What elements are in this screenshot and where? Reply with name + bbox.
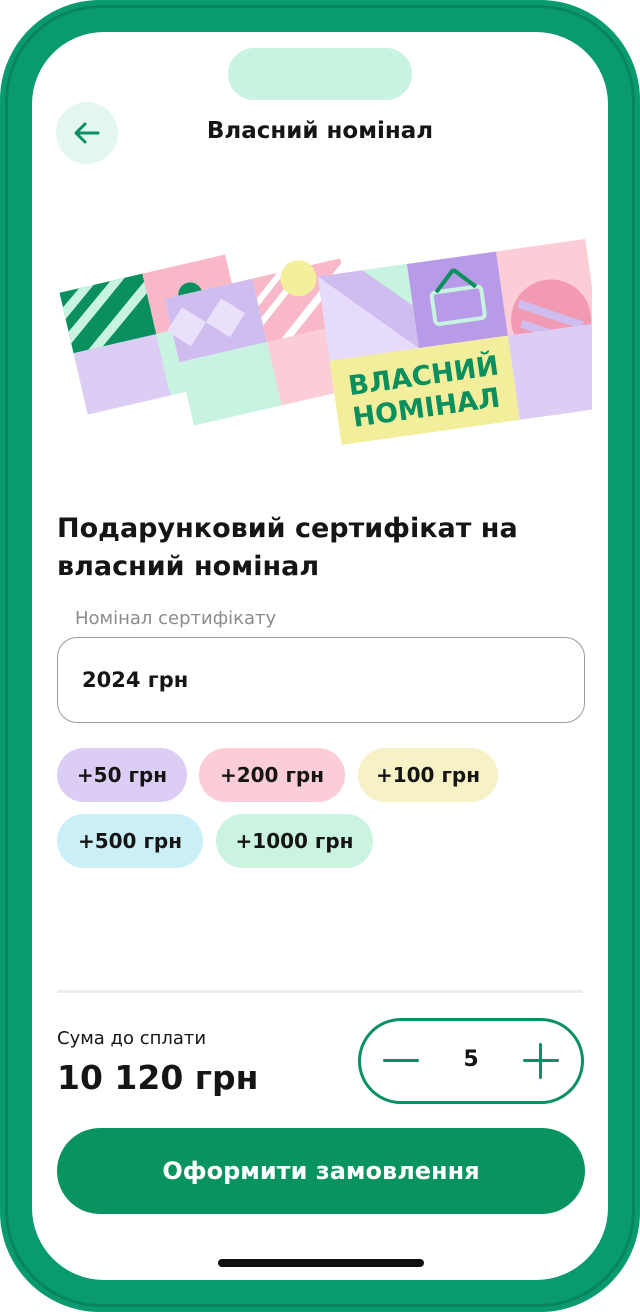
notch — [228, 48, 412, 100]
divider — [57, 990, 583, 993]
quantity-value: 5 — [463, 1047, 479, 1072]
device-frame: Власний номінал ВЛАСНИЙ НОМІНАЛ Подарунк… — [0, 0, 640, 1312]
chip-plus-100[interactable]: +100 грн — [358, 748, 498, 802]
amount-field-label: Номінал сертифікату — [75, 608, 277, 629]
checkout-button[interactable]: Оформити замовлення — [57, 1128, 585, 1214]
chip-plus-1000[interactable]: +1000 грн — [216, 814, 373, 868]
gift-card-illustration: ВЛАСНИЙ НОМІНАЛ — [59, 238, 592, 445]
minus-icon[interactable] — [371, 1031, 431, 1091]
product-title: Подарунковий сертифікат на власний номін… — [57, 513, 518, 582]
page-title: Власний номінал — [206, 118, 434, 144]
sum-label: Сума до сплати — [57, 1028, 207, 1049]
plus-icon[interactable] — [511, 1031, 571, 1091]
quantity-stepper: 5 — [358, 1018, 584, 1104]
screen: Власний номінал ВЛАСНИЙ НОМІНАЛ Подарунк… — [32, 32, 608, 1280]
chip-plus-50[interactable]: +50 грн — [57, 748, 187, 802]
home-indicator — [218, 1259, 424, 1267]
chip-plus-500[interactable]: +500 грн — [57, 814, 203, 868]
amount-input[interactable] — [57, 637, 585, 723]
chip-plus-200[interactable]: +200 грн — [199, 748, 345, 802]
sum-value: 10 120 грн — [57, 1058, 259, 1097]
